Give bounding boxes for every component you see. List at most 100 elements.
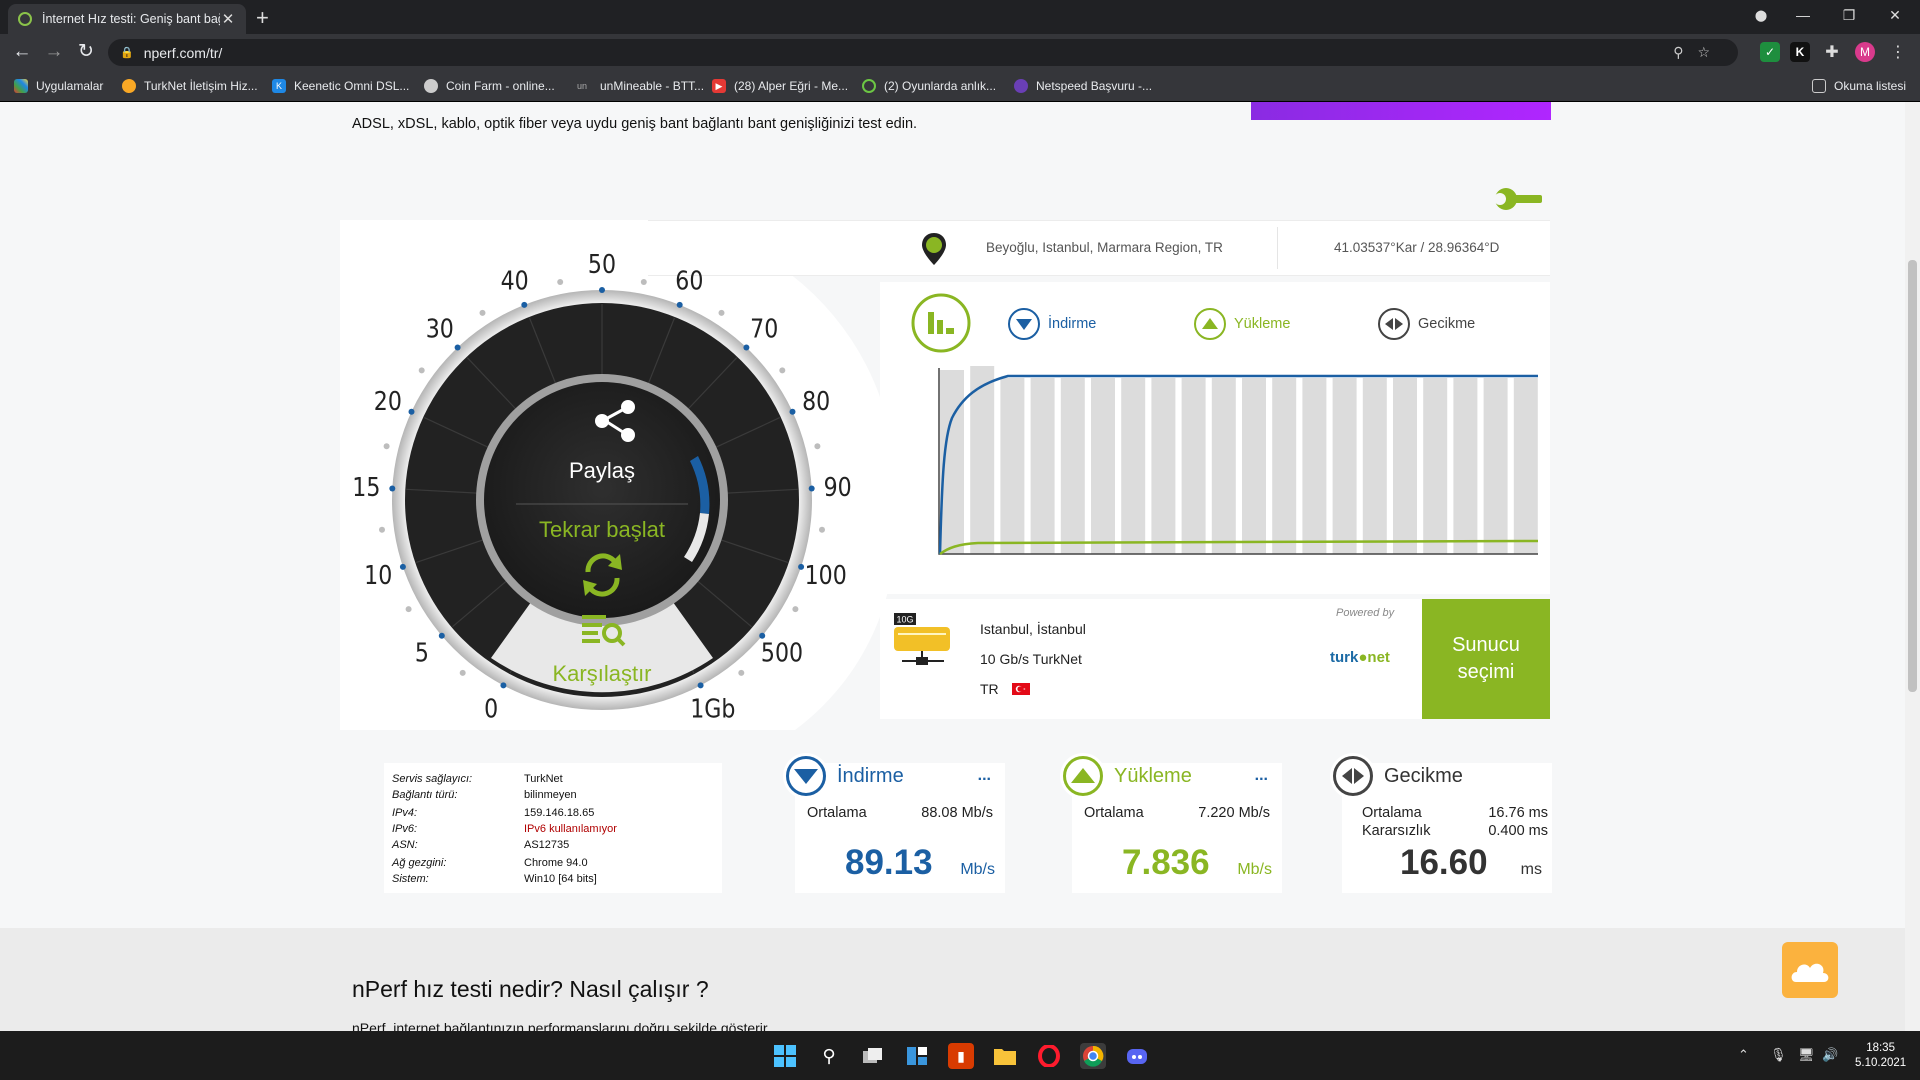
- extension-k-icon[interactable]: K: [1790, 42, 1810, 62]
- download-speed-value: 89.13: [845, 843, 933, 882]
- task-view-icon[interactable]: [860, 1043, 886, 1069]
- page-scrollbar[interactable]: [1905, 102, 1920, 1031]
- tray-chevron-icon[interactable]: ⌃: [1738, 1047, 1749, 1063]
- tab-search-icon[interactable]: ⬤: [1738, 0, 1784, 30]
- minimize-button[interactable]: —: [1780, 0, 1826, 30]
- scrollbar-thumb[interactable]: [1908, 260, 1917, 692]
- keenetic-icon: K: [272, 79, 286, 93]
- about-title: nPerf hız testi nedir? Nasıl çalışır ?: [352, 976, 709, 1002]
- close-tab-icon[interactable]: ✕: [220, 10, 236, 28]
- upload-speed-unit: Mb/s: [1237, 861, 1272, 878]
- gauge-tick-label: 30: [426, 314, 454, 344]
- widgets-icon[interactable]: [904, 1043, 930, 1069]
- chrome-icon[interactable]: [1080, 1043, 1106, 1069]
- gauge-tick-label: 70: [750, 314, 778, 344]
- extensions-puzzle-icon[interactable]: ✚: [1822, 42, 1842, 62]
- share-label[interactable]: Paylaş: [569, 458, 635, 483]
- gauge-tick-label: 90: [824, 472, 852, 502]
- bookmark-netspeed[interactable]: Netspeed Başvuru -...: [1014, 76, 1152, 96]
- reload-button[interactable]: ↻: [72, 40, 100, 64]
- restart-label[interactable]: Tekrar başlat: [539, 517, 665, 542]
- gauge-tick-label: 100: [805, 560, 847, 590]
- lock-icon: 🔒: [120, 47, 134, 59]
- upload-badge: [1060, 753, 1106, 799]
- latency-jitter-row: Kararsızlık 0.400 ms: [1362, 823, 1548, 839]
- legend-download[interactable]: İndirme: [1008, 308, 1096, 340]
- bookmark-youtube[interactable]: ▶ (28) Alper Eğri - Me...: [712, 76, 848, 96]
- location-name: Beyoğlu, Istanbul, Marmara Region, TR: [986, 240, 1223, 255]
- download-arrow-icon: [1008, 308, 1040, 340]
- bookmark-turknet[interactable]: TurkNet İletişim Hiz...: [122, 76, 258, 96]
- gauge-tick-mark: [399, 563, 406, 570]
- upload-speed-value: 7.836: [1122, 843, 1210, 882]
- close-window-button[interactable]: ✕: [1872, 0, 1918, 30]
- gauge-tick-mark: [389, 485, 396, 492]
- turknet-icon: [122, 79, 136, 93]
- reading-list-icon: [1812, 79, 1826, 93]
- gauge-tick-mark: [500, 682, 507, 689]
- bookmark-oyunlarda[interactable]: (2) Oyunlarda anlık...: [862, 76, 996, 96]
- browser-tab[interactable]: İnternet Hız testi: Geniş bant bağl ✕: [8, 4, 246, 34]
- search-icon[interactable]: ⚲: [816, 1043, 842, 1069]
- forward-button[interactable]: →: [40, 40, 68, 64]
- upload-average-row: Ortalama 7.220 Mb/s: [1084, 805, 1270, 821]
- graph-chart-icon[interactable]: [910, 292, 972, 354]
- new-tab-button[interactable]: +: [256, 5, 269, 31]
- screen: İnternet Hız testi: Geniş bant bağl ✕ + …: [0, 0, 1920, 1080]
- plot-bar: [1272, 378, 1297, 554]
- gauge-dot: [379, 526, 385, 533]
- reading-list[interactable]: Okuma listesi: [1812, 76, 1906, 96]
- speed-gauge: Paylaş Tekrar başlat Karşılaştır 0 5 10 15 2…: [352, 249, 852, 724]
- download-series-line: [938, 374, 1538, 555]
- download-result-card: İndirme ... Ortalama 88.08 Mb/s 89.13 Mb/…: [783, 753, 1005, 893]
- nperf-page: ADSL, xDSL, kablo, optik fiber veya uydu…: [0, 102, 1905, 1031]
- power-icon: [862, 79, 876, 93]
- microphone-icon[interactable]: 🎙: [1770, 1047, 1787, 1063]
- server-icon: 10G: [894, 613, 950, 665]
- settings-wrench-icon[interactable]: [1492, 184, 1544, 214]
- file-explorer-icon[interactable]: [992, 1043, 1018, 1069]
- netspeed-icon: [1014, 79, 1028, 93]
- discord-icon[interactable]: [1124, 1043, 1150, 1069]
- bookmark-coin-farm[interactable]: Coin Farm - online...: [424, 76, 555, 96]
- taskbar-clock[interactable]: 18:35 5.10.2021: [1855, 1041, 1906, 1071]
- restore-button[interactable]: ❐: [1826, 0, 1872, 30]
- upload-more-button[interactable]: ...: [1255, 767, 1268, 785]
- plot-bar: [1393, 378, 1417, 554]
- server-select-button[interactable]: Sunucu seçimi: [1422, 599, 1550, 719]
- gauge-dot: [814, 443, 821, 450]
- plot-bar: [1211, 378, 1236, 554]
- tab-title: İnternet Hız testi: Geniş bant bağl: [42, 12, 220, 26]
- plot-bar: [1483, 378, 1508, 554]
- bookmark-keenetic[interactable]: K Keenetic Omni DSL...: [272, 76, 409, 96]
- address-bar[interactable]: 🔒 nperf.com/tr/ ⚲☆: [108, 39, 1738, 66]
- extension-shield-icon[interactable]: ✓: [1760, 42, 1780, 62]
- location-and-bookmark-icons[interactable]: ⚲☆: [1673, 44, 1724, 61]
- coverage-map-button[interactable]: [1251, 102, 1551, 120]
- speed-plot: [938, 366, 1539, 556]
- back-button[interactable]: ←: [8, 40, 36, 64]
- legend-upload[interactable]: Yükleme: [1194, 308, 1290, 340]
- upload-arrow-icon: [1194, 308, 1226, 340]
- network-icon[interactable]: 🖥: [1798, 1047, 1815, 1063]
- opera-icon[interactable]: [1036, 1043, 1062, 1069]
- download-more-button[interactable]: ...: [978, 767, 991, 785]
- scroll-to-top-button[interactable]: [1782, 942, 1838, 998]
- bookmark-apps[interactable]: Uygulamalar: [14, 76, 103, 96]
- plot-bar: [1362, 378, 1387, 554]
- profile-avatar[interactable]: M: [1855, 42, 1875, 62]
- volume-icon[interactable]: 🔊: [1822, 1047, 1838, 1063]
- gauge-dot: [779, 367, 786, 374]
- latency-value: 16.60: [1400, 843, 1488, 882]
- speed-graph-panel: İndirme Yükleme Gecikme: [880, 282, 1550, 594]
- start-windows-icon[interactable]: [772, 1043, 798, 1069]
- compare-label[interactable]: Karşılaştır: [552, 661, 651, 686]
- turkey-flag-icon: [1012, 683, 1030, 695]
- legend-latency[interactable]: Gecikme: [1378, 308, 1475, 340]
- clock-time: 18:35: [1866, 1042, 1895, 1054]
- gauge-tick-label: 80: [802, 386, 830, 416]
- bookmark-unmineable[interactable]: un unMineable - BTT...: [572, 76, 704, 96]
- office-icon[interactable]: ▮: [948, 1043, 974, 1069]
- connection-info-box: Servis sağlayıcı: TurkNet Bağlantı türü: b…: [384, 763, 722, 893]
- browser-menu-icon[interactable]: ⋮: [1888, 42, 1908, 62]
